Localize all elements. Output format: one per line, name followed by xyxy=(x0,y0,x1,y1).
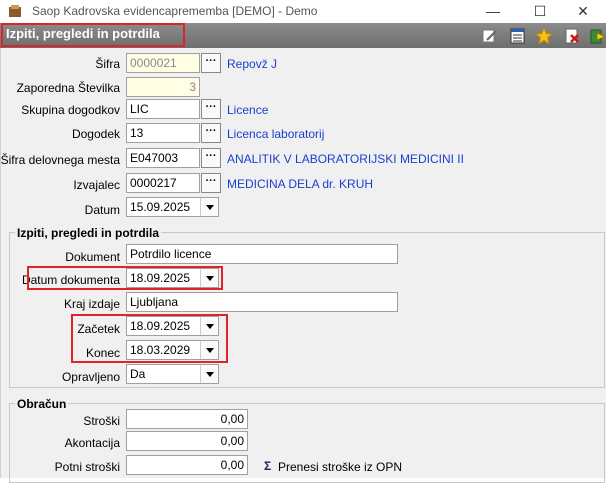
dokument-input[interactable]: Potrdilo licence xyxy=(126,244,398,264)
skupina-lookup-button[interactable]: ··· xyxy=(201,99,221,119)
zaporedna-input[interactable]: 3 xyxy=(126,77,200,97)
skupina-description: Licence xyxy=(227,103,269,117)
maximize-button[interactable]: ☐ xyxy=(517,0,563,22)
delete-icon[interactable] xyxy=(563,27,581,45)
zacetek-dropdown-button[interactable] xyxy=(200,317,218,335)
izvajalec-label: Izvajalec xyxy=(73,178,120,192)
delovno-mesto-lookup-button[interactable]: ··· xyxy=(201,148,221,168)
dogodek-input[interactable]: 13 xyxy=(126,123,200,143)
obracun-group-title: Obračun xyxy=(15,397,69,411)
skupina-input[interactable]: LIC xyxy=(126,99,200,119)
opravljeno-dropdown-button[interactable] xyxy=(200,365,218,383)
delovno-mesto-input[interactable]: E047003 xyxy=(126,148,200,168)
datum-label: Datum xyxy=(84,203,120,217)
minimize-button[interactable]: — xyxy=(470,0,516,22)
favorite-star-icon[interactable] xyxy=(535,27,553,45)
kraj-izdaje-label: Kraj izdaje xyxy=(63,297,120,311)
prenesi-stroske-link[interactable]: Prenesi stroške iz OPN xyxy=(278,460,402,474)
stroski-input[interactable]: 0,00 xyxy=(126,409,248,429)
delovno-mesto-description: ANALITIK V LABORATORIJSKI MEDICINI II xyxy=(227,152,464,166)
list-icon[interactable] xyxy=(509,27,527,45)
dogodek-description: Licenca laboratorij xyxy=(227,127,325,141)
form-title: Izpiti, pregledi in potrdila xyxy=(6,26,160,41)
delovno-mesto-label: Šifra delovnega mesta xyxy=(0,153,120,167)
sifra-lookup-button[interactable]: ··· xyxy=(201,53,221,73)
skupina-label: Skupina dogodkov xyxy=(21,103,120,117)
edit-icon[interactable] xyxy=(481,27,499,45)
akontacija-label: Akontacija xyxy=(64,436,120,450)
izvajalec-description: MEDICINA DELA dr. KRUH xyxy=(227,177,374,191)
zacetek-label: Začetek xyxy=(77,322,120,336)
app-icon xyxy=(9,5,21,17)
window-titlebar: Saop Kadrovska evidencaprememba [DEMO] -… xyxy=(0,0,606,22)
sifra-label: Šifra xyxy=(95,57,120,71)
exit-icon[interactable] xyxy=(588,27,606,45)
dokument-label: Dokument xyxy=(65,250,120,264)
konec-dropdown-button[interactable] xyxy=(200,341,218,359)
potni-stroski-label: Potni stroški xyxy=(54,460,120,474)
chevron-down-icon xyxy=(205,371,214,377)
izvajalec-lookup-button[interactable]: ··· xyxy=(201,173,221,193)
izvajalec-input[interactable]: 0000217 xyxy=(126,173,200,193)
datum-dokumenta-label: Datum dokumenta xyxy=(21,273,120,287)
chevron-down-icon xyxy=(205,323,214,329)
close-button[interactable]: ✕ xyxy=(560,0,606,22)
chevron-down-icon xyxy=(205,275,214,281)
izpiti-group-title: Izpiti, pregledi in potrdila xyxy=(15,226,162,240)
sifra-description: Repovž J xyxy=(227,57,278,71)
sum-icon[interactable]: Σ xyxy=(264,459,271,473)
akontacija-input[interactable]: 0,00 xyxy=(126,431,248,451)
datum-dokumenta-dropdown-button[interactable] xyxy=(200,269,218,287)
datum-dropdown-button[interactable] xyxy=(200,198,218,216)
potni-stroski-input[interactable]: 0,00 xyxy=(126,455,248,475)
kraj-izdaje-input[interactable]: Ljubljana xyxy=(126,292,398,312)
dogodek-label: Dogodek xyxy=(71,127,120,141)
stroski-label: Stroški xyxy=(83,414,120,428)
zaporedna-label: Zaporedna Številka xyxy=(16,81,120,95)
chevron-down-icon xyxy=(205,204,214,210)
dogodek-lookup-button[interactable]: ··· xyxy=(201,123,221,143)
window-title: Saop Kadrovska evidencaprememba [DEMO] -… xyxy=(32,4,318,18)
sifra-input[interactable]: 0000021 xyxy=(126,53,200,73)
konec-label: Konec xyxy=(85,346,120,360)
chevron-down-icon xyxy=(205,347,214,353)
opravljeno-label: Opravljeno xyxy=(61,370,120,384)
